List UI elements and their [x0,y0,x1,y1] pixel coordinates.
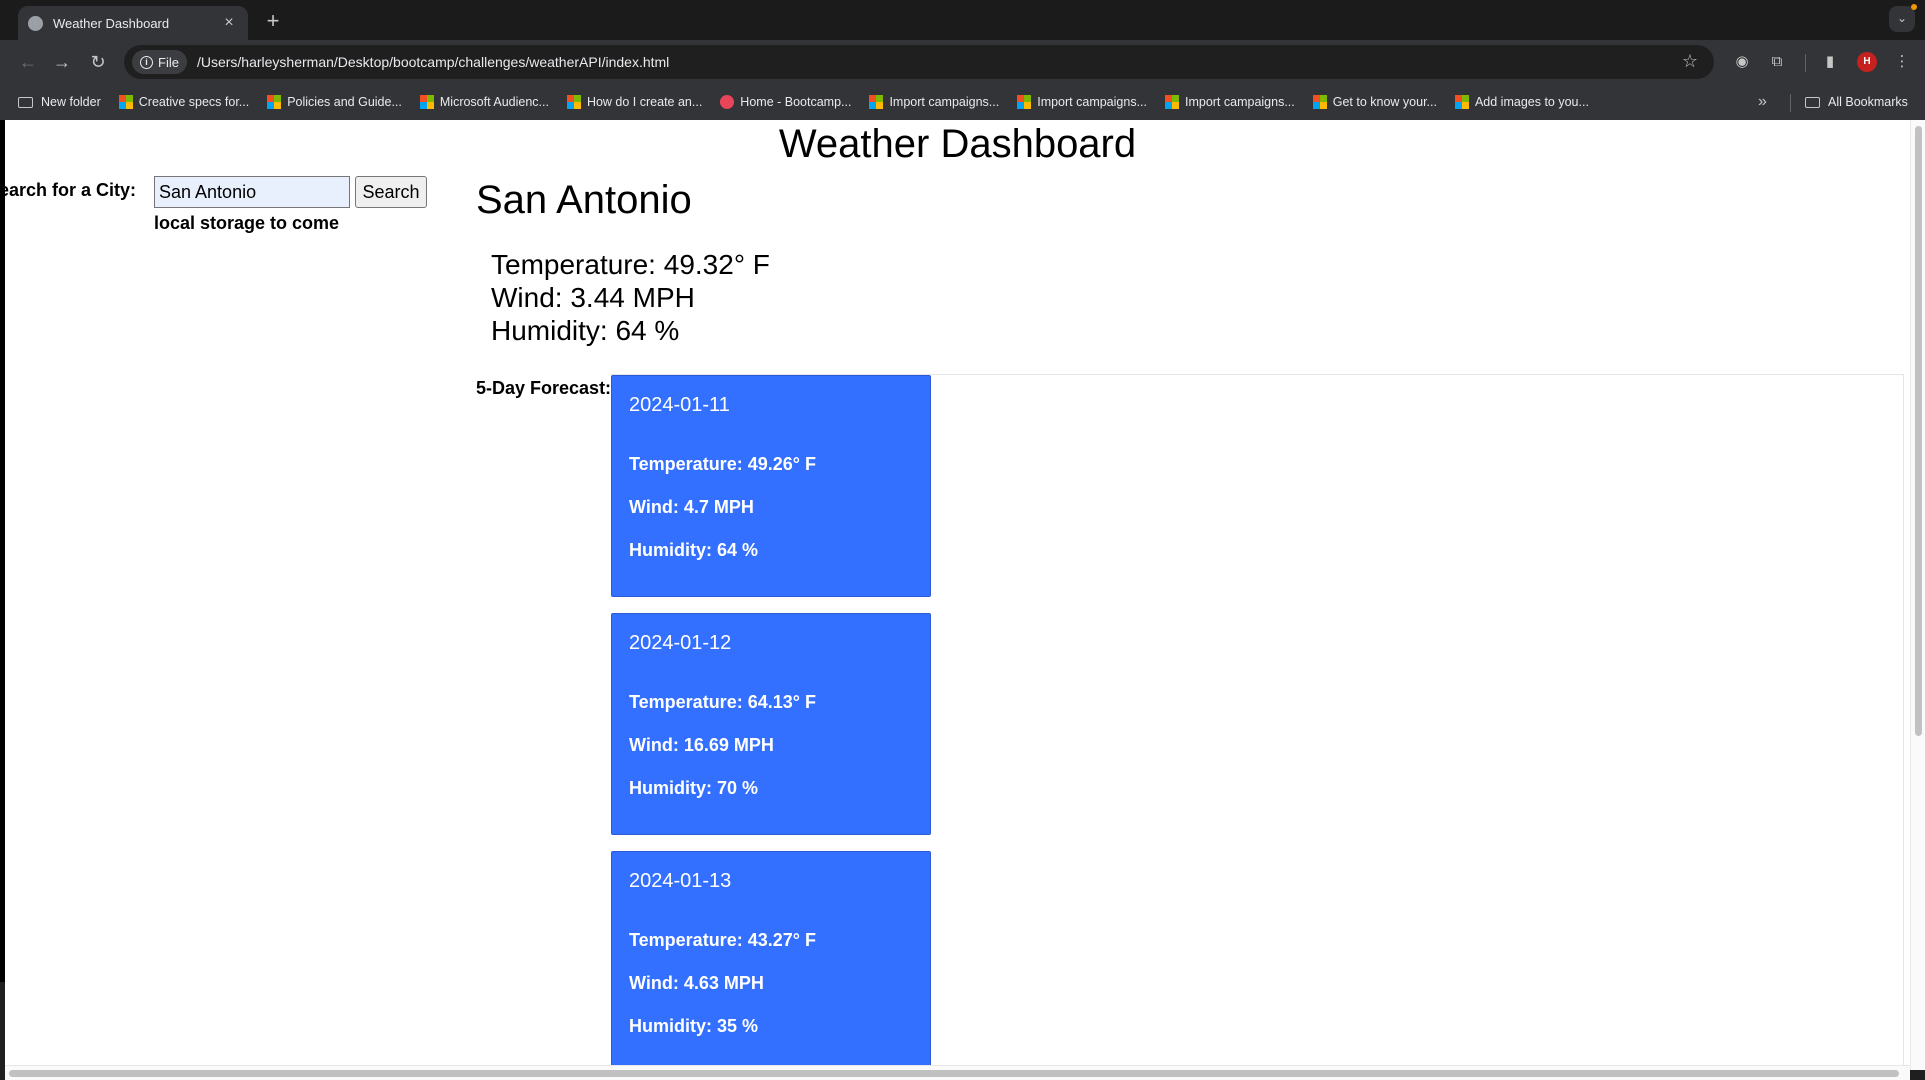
star-icon[interactable]: ☆ [1682,51,1698,72]
bookmark-item[interactable]: New folder [18,95,101,109]
microsoft-icon [1312,95,1327,109]
new-tab-button[interactable]: + [260,8,286,34]
microsoft-icon [1017,95,1032,109]
browser-chrome: Weather Dashboard × + ⌄ ← → ↻ i File /Us… [0,0,1925,120]
url-text[interactable]: /Users/harleysherman/Desktop/bootcamp/ch… [197,54,669,70]
forecast-date: 2024-01-13 [629,870,732,892]
bookmark-item[interactable]: Creative specs for... [118,95,250,109]
bookmark-item[interactable]: Get to know your... [1312,95,1437,109]
forecast-wind: Wind: 4.63 MPH [629,973,764,993]
forecast-label: 5-Day Forecast: [476,378,612,398]
folder-icon [1805,96,1820,108]
toolbar-divider [1805,54,1806,72]
forecast-card: 2024-01-13 Temperature: 43.27° F Wind: 4… [611,851,931,1070]
back-arrow-icon[interactable]: ← [16,50,40,74]
kebab-menu-icon[interactable]: ⋮ [1891,51,1913,73]
microsoft-icon [267,95,282,109]
globe-icon [28,15,43,31]
forecast-card: 2024-01-11 Temperature: 49.26° F Wind: 4… [611,375,931,597]
forecast-wind: Wind: 16.69 MPH [629,735,774,755]
horizontal-scrollbar[interactable] [5,1065,1910,1080]
bookmark-label: Policies and Guide... [287,95,402,109]
forecast-temperature: Temperature: 49.26° F [629,454,816,474]
current-temperature: Temperature: 49.32° F [491,249,770,280]
camera-icon[interactable]: ◉ [1731,51,1753,73]
page-title: Weather Dashboard [778,122,1137,166]
tab-strip: Weather Dashboard × + ⌄ [0,0,1925,40]
microsoft-icon [869,95,884,109]
tab-weather-dashboard[interactable]: Weather Dashboard × [18,6,248,40]
bootcamp-icon [720,95,735,109]
forward-arrow-icon[interactable]: → [50,50,74,74]
reload-icon[interactable]: ↻ [86,50,110,74]
forecast-humidity: Humidity: 35 % [629,1016,759,1036]
bookmark-label: Home - Bootcamp... [740,95,852,109]
bookmark-item[interactable]: Home - Bootcamp... [720,95,851,109]
browser-toolbar: ← → ↻ i File /Users/harleysherman/Deskto… [0,40,1925,84]
horizontal-scrollbar-thumb[interactable] [9,1070,1899,1077]
search-button[interactable]: Search [355,176,427,208]
forecast-humidity: Humidity: 64 % [629,540,759,560]
microsoft-icon [1454,95,1469,109]
bookmarks-divider [1790,94,1791,112]
bookmarks-bar: New folder Creative specs for... Policie… [0,84,1925,120]
forecast-temperature: Temperature: 43.27° F [629,930,816,950]
forecast-date: 2024-01-12 [629,632,732,654]
extensions-icon[interactable]: ⧉ [1766,51,1788,73]
current-city-name: San Antonio [476,178,692,222]
bookmark-label: Import campaigns... [1184,95,1295,109]
side-panel-icon[interactable]: ▮ [1819,51,1841,73]
bookmark-label: Creative specs for... [138,95,250,109]
bookmark-item[interactable]: Import campaigns... [1164,95,1295,109]
bookmark-item[interactable]: Microsoft Audienc... [419,95,549,109]
microsoft-icon [566,95,581,109]
bookmark-item[interactable]: How do I create an... [566,95,703,109]
address-bar[interactable]: i File /Users/harleysherman/Desktop/boot… [124,45,1714,79]
forecast-temperature: Temperature: 64.13° F [629,692,816,712]
folder-icon [18,96,33,108]
all-bookmarks-button[interactable]: All Bookmarks [1805,95,1908,109]
vertical-scrollbar-thumb[interactable] [1915,126,1922,736]
close-icon[interactable]: × [220,14,238,32]
microsoft-icon [118,95,133,109]
microsoft-icon [419,95,434,109]
bookmark-label: Add images to you... [1474,95,1589,109]
bookmark-item[interactable]: Import campaigns... [869,95,999,109]
search-history-placeholder: local storage to come [154,213,340,233]
search-label: earch for a City: [5,180,137,200]
notification-dot-icon [1911,4,1917,10]
bookmark-label: Import campaigns... [1037,95,1147,109]
bookmarks-overflow-button[interactable]: » [1758,93,1767,111]
tab-search-button[interactable]: ⌄ [1889,6,1915,32]
bookmark-item[interactable]: Import campaigns... [1017,95,1147,109]
bookmark-label: How do I create an... [586,95,703,109]
microsoft-icon [1164,95,1179,109]
bookmark-item[interactable]: Add images to you... [1454,95,1589,109]
tab-title: Weather Dashboard [53,15,170,31]
profile-avatar[interactable]: H [1857,52,1877,72]
bookmark-label: New folder [41,95,101,109]
site-info-label: File [158,54,179,70]
site-info-chip[interactable]: i File [132,50,187,74]
vertical-scrollbar[interactable] [1910,120,1925,1070]
info-icon: i [140,55,153,69]
forecast-date: 2024-01-11 [629,394,730,416]
page-viewport: Weather Dashboard earch for a City: Sear… [5,120,1910,1070]
forecast-card: 2024-01-12 Temperature: 64.13° F Wind: 1… [611,613,931,835]
bookmark-label: Get to know your... [1332,95,1437,109]
bookmark-item[interactable]: Policies and Guide... [267,95,402,109]
bookmark-label: Import campaigns... [889,95,1000,109]
all-bookmarks-label: All Bookmarks [1828,95,1908,109]
chevron-down-icon: ⌄ [1896,11,1908,25]
forecast-wind: Wind: 4.7 MPH [629,497,754,517]
forecast-humidity: Humidity: 70 % [629,778,759,798]
current-wind: Wind: 3.44 MPH [491,282,695,313]
current-humidity: Humidity: 64 % [491,315,680,346]
bookmark-label: Microsoft Audienc... [439,95,549,109]
city-search-input[interactable] [154,176,350,208]
current-weather: Temperature: 49.32° F Wind: 3.44 MPH Hum… [491,248,770,347]
